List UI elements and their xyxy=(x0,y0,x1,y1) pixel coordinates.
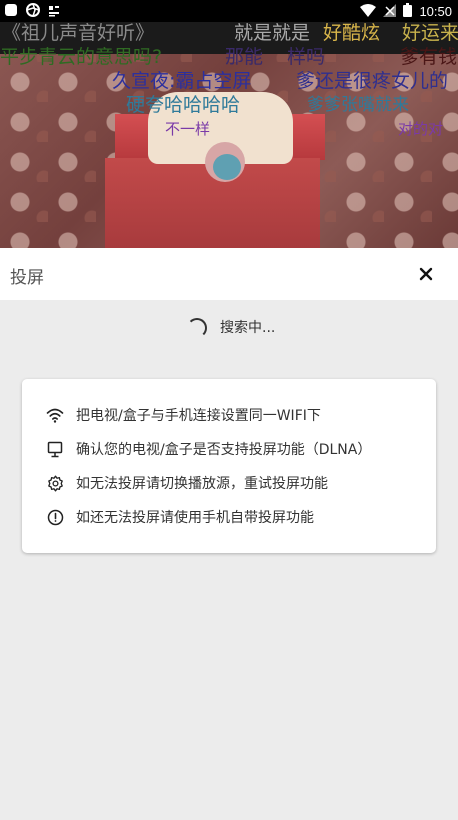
tip-text: 确认您的电视/盒子是否支持投屏功能（DLNA） xyxy=(76,442,372,458)
tip-item: 如还无法投屏请使用手机自带投屏功能 xyxy=(46,504,314,530)
danmaku-comment: 爹还是很疼女儿的 xyxy=(296,70,449,92)
panel-title: 投屏 xyxy=(10,268,44,288)
tip-item: 确认您的电视/盒子是否支持投屏功能（DLNA） xyxy=(46,436,371,462)
close-button[interactable] xyxy=(416,264,436,284)
cast-panel-header: 投屏 xyxy=(0,248,458,300)
wifi-icon xyxy=(360,2,377,21)
tip-text: 如无法投屏请切换播放源，重试投屏功能 xyxy=(76,476,328,492)
danmaku-comment: 久宣夜:霸占空屏 xyxy=(112,70,252,92)
danmaku-comment: 平步青云的意思吗? xyxy=(0,46,163,68)
wifi-icon xyxy=(46,406,64,424)
searching-label: 搜索中... xyxy=(220,320,276,336)
info-icon xyxy=(46,508,64,526)
danmaku-comment: 爹爹张嘴就来 xyxy=(307,95,409,115)
tip-item: 如无法投屏请切换播放源，重试投屏功能 xyxy=(46,470,328,496)
aperture-icon xyxy=(26,2,40,21)
danmaku-comment: 不一样 xyxy=(165,120,211,138)
danmaku-comment: 那能 xyxy=(225,46,264,68)
loading-spinner-icon xyxy=(187,318,207,338)
danmaku-comment: 就是就是 xyxy=(234,22,311,44)
video-knot xyxy=(213,154,241,180)
danmaku-comment: 好运来 xyxy=(402,22,458,44)
danmaku-comment: 爹有钱 xyxy=(400,46,458,68)
video-player[interactable]: 《祖儿声音好听》 就是就是 好酷炫 好运来 平步青云的意思吗? 那能 样吗 爹有… xyxy=(0,22,458,248)
monitor-icon xyxy=(46,440,64,458)
tip-text: 如还无法投屏请使用手机自带投屏功能 xyxy=(76,510,314,526)
close-icon xyxy=(419,267,433,281)
status-bar: 10:50 xyxy=(0,0,458,22)
battery-icon xyxy=(403,2,413,21)
danmaku-comment: 硬夸哈哈哈哈 xyxy=(126,94,241,116)
danmaku-comment: 《祖儿声音好听》 xyxy=(2,22,155,44)
app-square-icon xyxy=(4,2,18,21)
danmaku-comment: 样吗 xyxy=(287,46,326,68)
gear-icon xyxy=(46,474,64,492)
danmaku-comment: 对的对 xyxy=(398,120,444,138)
status-clock: 10:50 xyxy=(419,3,452,19)
notification-icon xyxy=(48,2,60,21)
tip-item: 把电视/盒子与手机连接设置同一WIFI下 xyxy=(46,402,321,428)
cast-tips-card: 把电视/盒子与手机连接设置同一WIFI下 确认您的电视/盒子是否支持投屏功能（D… xyxy=(22,379,436,553)
search-status: 搜索中... xyxy=(0,300,458,356)
no-signal-icon xyxy=(383,2,397,21)
danmaku-comment: 好酷炫 xyxy=(323,22,381,44)
tip-text: 把电视/盒子与手机连接设置同一WIFI下 xyxy=(76,408,321,424)
